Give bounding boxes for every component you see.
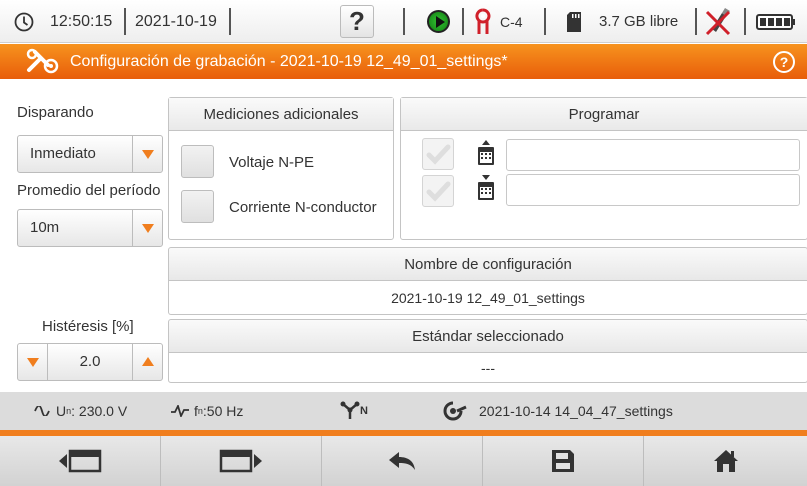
schedule-end-field[interactable] [506, 174, 800, 206]
status-bar: 12:50:15 2021-10-19 ? C-4 3.7 GB libre [0, 0, 807, 43]
clamp-settings-icon [443, 392, 467, 430]
help-button[interactable]: ? [340, 5, 374, 38]
schedule-end-checkbox[interactable] [422, 175, 454, 207]
increment-arrow-icon[interactable] [132, 344, 162, 380]
battery-icon [756, 0, 796, 43]
network-sub: N [360, 405, 368, 417]
trigger-dropdown[interactable]: Inmediato [17, 135, 163, 173]
back-button[interactable] [322, 436, 483, 486]
additional-measurements-header: Mediciones adicionales [169, 98, 393, 131]
freq-value: :50 Hz [202, 403, 244, 419]
config-name-header: Nombre de configuración [168, 247, 807, 281]
info-bar: Un: 230.0 V f n:50 Hz N 2021-10-14 14_04_… [0, 392, 807, 430]
hysteresis-value: 2.0 [79, 353, 101, 370]
network-topology-icon [340, 401, 360, 419]
status-separator [229, 8, 231, 35]
page-title: Configuración de grabación - 2021-10-19 … [70, 53, 508, 70]
schedule-start-field[interactable] [506, 139, 800, 171]
standard-header: Estándar seleccionado [168, 319, 807, 353]
avg-period-dropdown[interactable]: 10m [17, 209, 163, 247]
config-name-field[interactable]: 2021-10-19 12_49_01_settings [168, 281, 807, 315]
voltage-prefix: U [56, 403, 67, 419]
back-arrow-icon [389, 452, 415, 470]
hysteresis-stepper[interactable]: 2.0 [17, 343, 163, 381]
next-screen-button[interactable] [161, 436, 322, 486]
channel-label: C-4 [500, 13, 523, 30]
status-separator [695, 8, 697, 35]
standard-field[interactable]: --- [168, 353, 807, 383]
recording-play-icon[interactable] [427, 10, 450, 33]
save-icon [552, 450, 574, 472]
status-separator [544, 8, 546, 35]
home-button[interactable] [644, 436, 807, 486]
status-separator [744, 8, 746, 35]
calendar-start-icon [477, 140, 495, 166]
chevron-down-icon[interactable] [132, 210, 162, 246]
storage-free: 3.7 GB libre [599, 13, 679, 30]
trigger-label: Disparando [17, 104, 94, 121]
settings-tools-icon [26, 48, 60, 75]
status-separator [124, 8, 126, 35]
frequency-wave-icon [171, 405, 189, 417]
network-type: N [340, 392, 368, 430]
check-icon [426, 181, 451, 202]
status-separator [403, 8, 405, 35]
check-icon [426, 144, 451, 165]
clock-icon [14, 0, 34, 43]
additional-measurements-panel: Mediciones adicionales Voltaje N-PE Corr… [168, 97, 394, 240]
voltage-value: : 230.0 V [71, 403, 128, 419]
no-usb-icon [704, 0, 732, 43]
nominal-voltage: Un: 230.0 V [34, 392, 127, 430]
schedule-header: Programar [401, 98, 807, 131]
avg-period-value: 10m [30, 219, 60, 236]
save-button[interactable] [483, 436, 644, 486]
status-time: 12:50:15 [50, 12, 113, 30]
calendar-end-icon [477, 175, 495, 201]
voltage-npe-checkbox[interactable] [181, 145, 214, 178]
bottom-toolbar [0, 436, 807, 486]
previous-screen-button[interactable] [0, 436, 161, 486]
title-bar: Configuración de grabación - 2021-10-19 … [0, 44, 807, 79]
voltage-npe-label: Voltaje N-PE [229, 154, 315, 171]
n-conductor-checkbox[interactable] [181, 190, 214, 223]
home-icon [713, 450, 738, 472]
screen-next-icon [219, 449, 262, 473]
help-circle-icon[interactable]: ? [773, 51, 795, 73]
settings-file-name: 2021-10-14 14_04_47_settings [479, 403, 673, 419]
screen-prev-icon [59, 449, 102, 473]
clamp-probe-icon [474, 0, 492, 43]
sine-wave-icon [34, 406, 50, 416]
avg-period-label: Promedio del período [17, 182, 161, 199]
nominal-frequency: f n:50 Hz [171, 392, 243, 430]
status-date: 2021-10-19 [135, 12, 217, 30]
status-separator [462, 8, 464, 35]
sd-card-icon [566, 0, 582, 43]
schedule-start-checkbox[interactable] [422, 138, 454, 170]
hysteresis-label: Histéresis [%] [42, 318, 134, 335]
decrement-arrow-icon[interactable] [18, 344, 48, 380]
chevron-down-icon[interactable] [132, 136, 162, 172]
schedule-panel: Programar [400, 97, 807, 240]
n-conductor-label: Corriente N-conductor [229, 199, 377, 216]
trigger-value: Inmediato [30, 145, 96, 162]
